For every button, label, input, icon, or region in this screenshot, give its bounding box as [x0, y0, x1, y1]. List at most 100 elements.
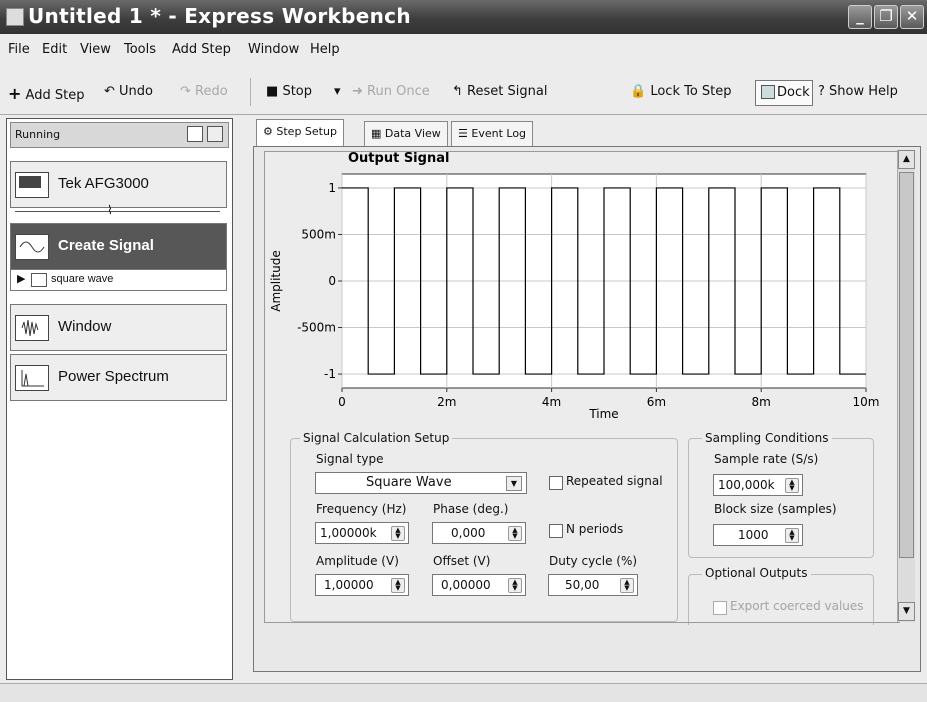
stop-dropdown-icon[interactable]: ▾ — [334, 84, 341, 99]
sample-rate-label: Sample rate (S/s) — [714, 452, 819, 466]
x-axis-label: Time — [588, 407, 618, 418]
square-wave-series-line — [342, 187, 866, 375]
output-signal-chart: 0 2m 4m 6m 8m 10m 1 500m 0 -500m -1 Output Signal Ti… — [269, 151, 880, 418]
frequency-label: Frequency (Hz) — [316, 502, 407, 516]
repeated-signal-label: Repeated signal — [566, 474, 663, 488]
menu-help[interactable]: Help — [310, 42, 340, 57]
title-bar: Untitled 1 * - Express Workbench _ ❐ ✕ — [0, 0, 927, 34]
frequency-input[interactable]: 1,00000k ▲ ▼ — [315, 522, 409, 544]
signal-type-select[interactable]: Square Wave ▼ — [315, 472, 527, 494]
stop-button[interactable]: ■ Stop — [266, 84, 312, 99]
step-list-panel: Running Tek AFG3000 ⌇ Create Signal ▶ sq… — [6, 118, 233, 680]
export-coerced-checkbox[interactable] — [713, 601, 727, 615]
menu-bar: File Edit View Tools Add Step Window Hel… — [0, 34, 927, 71]
toolbar-divider — [250, 78, 251, 106]
tab-data-view[interactable]: ▦ Data View — [364, 121, 448, 146]
offset-input[interactable]: 0,00000 ▲ ▼ — [432, 574, 526, 596]
menu-window[interactable]: Window — [248, 42, 299, 57]
x-tick-label: 0 — [338, 395, 346, 409]
run-status-text: Running — [15, 128, 61, 141]
x-tick-label: 8m — [752, 395, 771, 409]
add-step-button[interactable]: + Add Step — [8, 84, 84, 103]
dock-button[interactable]: Dock — [755, 80, 813, 106]
optional-outputs-label: Optional Outputs — [702, 566, 811, 580]
n-periods-checkbox[interactable] — [549, 524, 563, 538]
duty-cycle-label: Duty cycle (%) — [549, 554, 638, 568]
sample-rate-input[interactable]: 100,000k ▲ ▼ — [713, 474, 803, 496]
phase-stepper[interactable]: ▲ ▼ — [508, 526, 522, 541]
undo-icon: ↶ — [104, 84, 115, 99]
phase-input[interactable]: 0,000 ▲ ▼ — [432, 522, 526, 544]
redo-button[interactable]: ↷ Redo — [180, 84, 228, 99]
reset-signal-button[interactable]: ↰ Reset Signal — [452, 84, 547, 99]
duty-cycle-input[interactable]: 50,00 ▲ ▼ — [548, 574, 638, 596]
scroll-thumb[interactable] — [899, 172, 914, 558]
minimize-button[interactable]: _ — [848, 5, 872, 29]
scroll-up-icon[interactable]: ▲ — [898, 150, 915, 169]
block-size-stepper[interactable]: ▲ ▼ — [785, 528, 799, 543]
tab-step-setup[interactable]: ⚙ Step Setup — [256, 119, 344, 147]
run-once-button[interactable]: ➜ Run Once — [352, 84, 430, 99]
duty-cycle-stepper[interactable]: ▲ ▼ — [620, 578, 634, 593]
sampling-group-label: Sampling Conditions — [702, 431, 832, 445]
n-periods-label: N periods — [566, 522, 624, 536]
scroll-down-icon[interactable]: ▼ — [898, 602, 915, 621]
list-view-icon[interactable] — [187, 126, 203, 142]
offset-label: Offset (V) — [433, 554, 491, 568]
signal-sub-item[interactable]: ▶ square wave — [10, 269, 227, 291]
sample-rate-stepper[interactable]: ▲ ▼ — [785, 478, 799, 493]
undo-button[interactable]: ↶ Undo — [104, 84, 153, 99]
amplitude-input[interactable]: 1,00000 ▲ ▼ — [315, 574, 409, 596]
step-window[interactable]: Window — [10, 304, 227, 351]
block-size-input[interactable]: 1000 ▲ ▼ — [713, 524, 803, 546]
y-tick-label: -500m — [297, 321, 336, 335]
spectrum-icon — [15, 365, 49, 391]
signal-type-label: Signal type — [316, 452, 384, 466]
lock-to-step-button[interactable]: 🔒 Lock To Step — [630, 84, 732, 99]
frequency-stepper[interactable]: ▲ ▼ — [391, 526, 405, 541]
event-log-icon: ☰ — [458, 127, 468, 140]
export-coerced-label: Export coerced values — [730, 599, 864, 613]
x-tick-label: 4m — [542, 395, 561, 409]
restore-button[interactable]: ❐ — [874, 5, 898, 29]
step-power-spectrum[interactable]: Power Spectrum — [10, 354, 227, 401]
menu-edit[interactable]: Edit — [42, 42, 67, 57]
close-button[interactable]: ✕ — [900, 5, 924, 29]
signal-calc-group-label: Signal Calculation Setup — [300, 431, 453, 445]
content-divider — [265, 622, 896, 623]
toolbar: + Add Step ↶ Undo ↷ Redo ■ Stop ▾ ➜ Run … — [0, 70, 927, 115]
stop-icon: ■ — [266, 84, 279, 99]
detail-view-icon[interactable] — [207, 126, 223, 142]
offset-stepper[interactable]: ▲ ▼ — [508, 578, 522, 593]
x-tick-label: 2m — [437, 395, 456, 409]
y-tick-label: 500m — [301, 227, 336, 241]
signal-icon — [15, 234, 49, 260]
menu-view[interactable]: View — [80, 42, 111, 57]
chevron-down-icon[interactable]: ▼ — [506, 476, 522, 491]
menu-file[interactable]: File — [8, 42, 30, 57]
data-view-icon: ▦ — [371, 127, 382, 140]
break-icon: ⌇ — [107, 203, 113, 217]
status-bar — [0, 683, 927, 702]
y-axis-label: Amplitude — [269, 250, 283, 312]
menu-add-step[interactable]: Add Step — [172, 42, 231, 57]
expand-icon[interactable]: ▶ — [17, 272, 25, 285]
repeated-signal-checkbox[interactable] — [549, 476, 563, 490]
amplitude-stepper[interactable]: ▲ ▼ — [391, 578, 405, 593]
setup-icon: ⚙ — [263, 125, 273, 138]
menu-tools[interactable]: Tools — [124, 42, 156, 57]
instrument-icon — [15, 172, 49, 198]
x-tick-label: 10m — [853, 395, 880, 409]
phase-label: Phase (deg.) — [433, 502, 509, 516]
step-create-signal[interactable]: Create Signal — [10, 223, 227, 270]
vertical-scrollbar[interactable]: ▲ ▼ — [897, 150, 915, 622]
reset-icon: ↰ — [452, 84, 463, 99]
step-tek-afg3000[interactable]: Tek AFG3000 — [10, 161, 227, 208]
show-help-button[interactable]: ? Show Help — [818, 84, 898, 99]
window-title: Untitled 1 * - Express Workbench — [28, 4, 411, 28]
play-icon: ➜ — [352, 84, 363, 99]
tab-event-log[interactable]: ☰ Event Log — [451, 121, 534, 146]
y-tick-label: 0 — [328, 274, 336, 288]
step-break-line — [15, 211, 220, 212]
redo-icon: ↷ — [180, 84, 191, 99]
